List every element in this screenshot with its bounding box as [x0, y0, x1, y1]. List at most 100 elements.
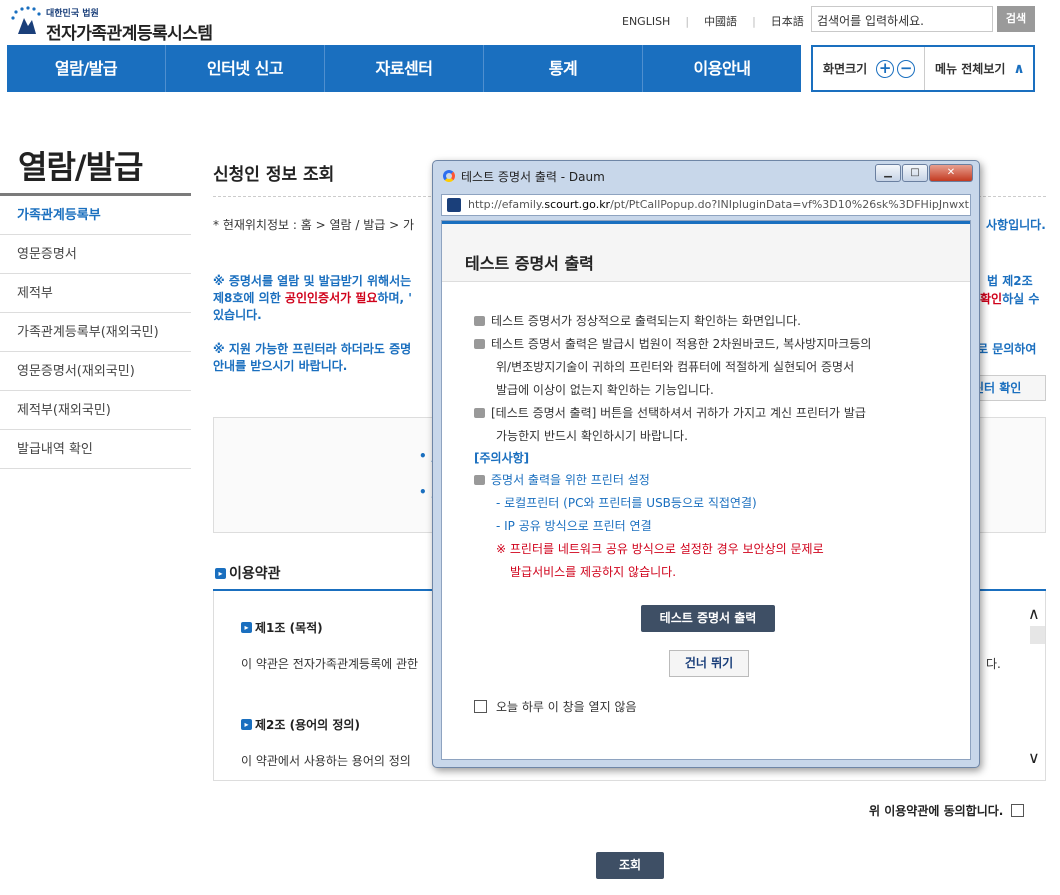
url-text: /pt/PtCallPopup.do?INIpluginData=vf%3D10…: [610, 198, 969, 211]
scrollbar-thumb[interactable]: [1030, 626, 1045, 644]
bullet-icon: [474, 408, 485, 418]
agree-row: 위 이용약관에 동의합니다.: [869, 802, 1025, 819]
court-emblem-icon: [11, 6, 41, 34]
section-title: 열람/발급: [18, 148, 143, 186]
divider: |: [752, 14, 756, 28]
url-domain: scourt.go.kr: [544, 198, 611, 211]
notice-right-text: 법 제2조: [987, 274, 1033, 288]
nav-usage-guide[interactable]: 이용안내: [643, 45, 801, 92]
popup-content: 테스트 증명서 출력 테스트 증명서가 정상적으로 출력되는지 확인하는 화면입…: [441, 220, 971, 760]
notice-line: ※ 지원 가능한 프린터라 하더라도 증명: [213, 342, 412, 356]
warning-text: 발급서비스를 제공하지 않습니다.: [510, 565, 677, 579]
submit-button[interactable]: 조회: [596, 852, 664, 879]
test-print-popup: 테스트 증명서 출력 - Daum ▁ □ ✕ http://efamily.s…: [432, 160, 980, 768]
caution-item: - 로컬프린터 (PC와 프린터를 USB등으로 직접연결): [496, 496, 757, 510]
popup-paragraph: [테스트 증명서 출력] 버튼을 선택하셔서 귀하가 가지고 계신 프린터가 발…: [474, 405, 866, 421]
sidebar-item-family-register-overseas[interactable]: 가족관계등록부(재외국민): [0, 313, 191, 352]
site-favicon-icon: [447, 198, 461, 212]
agree-checkbox[interactable]: [1011, 804, 1025, 817]
popup-address-bar[interactable]: http://efamily.scourt.go.kr/pt/PtCallPop…: [441, 194, 971, 216]
popup-text: 증명서 출력을 위한 프린터 설정: [491, 473, 650, 487]
zoom-in-icon[interactable]: +: [876, 59, 895, 78]
popup-text: 테스트 증명서가 정상적으로 출력되는지 확인하는 화면입니다.: [491, 314, 801, 328]
sidebar-item-issue-history[interactable]: 발급내역 확인: [0, 430, 191, 469]
popup-text: 테스트 증명서 출력은 발급시 법원이 적용한 2차원바코드, 복사방지마크등의: [491, 337, 872, 351]
caution-item: - IP 공유 방식으로 프린터 연결: [496, 519, 652, 533]
sidebar-item-english-cert[interactable]: 영문증명서: [0, 235, 191, 274]
sidebar-item-removal-register[interactable]: 제적부: [0, 274, 191, 313]
popup-text: 발급에 이상이 없는지 확인하는 기능입니다.: [496, 383, 714, 397]
notice-certificate: ※ 증명서를 열람 및 발급받기 위해서는 제8호에 의한 공인인증서가 필요하…: [213, 273, 412, 324]
nav-statistics[interactable]: 통계: [484, 45, 643, 92]
popup-text: [테스트 증명서 출력] 버튼을 선택하셔서 귀하가 가지고 계신 프린터가 발…: [491, 406, 866, 420]
article-2-heading: ▸ 제2조 (용어의 정의): [241, 716, 360, 733]
bullet-icon: [474, 316, 485, 326]
agree-label: 위 이용약관에 동의합니다.: [869, 804, 1004, 818]
test-print-button[interactable]: 테스트 증명서 출력: [641, 605, 775, 632]
nav-view-issue[interactable]: 열람/발급: [7, 45, 166, 92]
popup-paragraph: 테스트 증명서가 정상적으로 출력되는지 확인하는 화면입니다.: [474, 313, 801, 329]
caution-title: [주의사항]: [474, 451, 530, 465]
breadcrumb-suffix: 사항입니다.: [986, 218, 1046, 232]
daum-browser-icon: [443, 170, 455, 182]
lang-english-link[interactable]: ENGLISH: [622, 15, 670, 28]
close-icon[interactable]: ✕: [929, 164, 973, 182]
header-tools: 화면크기 + − 메뉴 전체보기 ∧: [811, 45, 1035, 92]
article-1-heading: ▸ 제1조 (목적): [241, 619, 323, 636]
chevron-up-icon: ∧: [1013, 60, 1025, 77]
search-button[interactable]: 검색: [997, 6, 1035, 32]
popup-window-title: 테스트 증명서 출력 - Daum: [461, 169, 605, 184]
arrow-right-icon: ▸: [241, 719, 252, 730]
terms-title: 이용약관: [229, 566, 281, 582]
site-logo[interactable]: 대한민국 법원 전자가족관계등록시스템: [8, 4, 228, 44]
article-text: 이 약관에서 사용하는 용어의 정의: [241, 754, 411, 768]
all-menu-label: 메뉴 전체보기: [935, 62, 1006, 76]
zoom-out-icon[interactable]: −: [897, 59, 916, 78]
nav-resource-center[interactable]: 자료센터: [325, 45, 484, 92]
arrow-right-icon: ▸: [241, 622, 252, 633]
notice-highlight: 확인: [980, 292, 1003, 306]
search-input[interactable]: 검색어를 입력하세요.: [811, 6, 993, 32]
popup-title: 테스트 증명서 출력: [465, 254, 594, 273]
popup-titlebar[interactable]: 테스트 증명서 출력 - Daum ▁ □ ✕: [433, 161, 979, 191]
popup-text: 위/변조방지기술이 귀하의 프린터와 컴퓨터에 적절하게 실현되어 증명서: [496, 360, 855, 374]
logo-subtitle: 대한민국 법원: [46, 9, 99, 19]
lang-chinese-link[interactable]: 中國語: [704, 13, 737, 29]
notice-printer: ※ 지원 가능한 프린터라 하더라도 증명 안내를 받으시기 바랍니다.: [213, 341, 411, 375]
maximize-icon[interactable]: □: [902, 164, 928, 182]
notice-text: 하실 수: [1002, 292, 1040, 306]
notice-right-text: 확인하실 수: [980, 291, 1039, 308]
notice-line: 제8호에 의한 공인인증서가 필요하며, ': [213, 290, 412, 307]
notice-text: 하며, ': [377, 291, 412, 305]
lang-japanese-link[interactable]: 日本語: [771, 13, 804, 29]
no-show-today-label: 오늘 하루 이 창을 열지 않음: [496, 700, 637, 714]
caution-heading: 증명서 출력을 위한 프린터 설정: [474, 472, 650, 488]
scroll-down-icon[interactable]: ∨: [1028, 748, 1040, 767]
sidebar-item-family-register[interactable]: 가족관계등록부: [0, 196, 191, 235]
all-menu-button[interactable]: 메뉴 전체보기 ∧: [925, 60, 1025, 77]
no-show-today-checkbox[interactable]: [474, 700, 487, 713]
arrow-right-icon: ▸: [215, 567, 226, 579]
article-text: 이 약관은 전자가족관계등록에 관한: [241, 657, 419, 671]
notice-line: 안내를 받으시기 바랍니다.: [213, 359, 348, 373]
skip-button[interactable]: 건너 뛰기: [669, 650, 749, 677]
warning-text: ※ 프린터를 네트워크 공유 방식으로 설정한 경우 보안상의 문제로: [496, 542, 824, 556]
notice-right-text: 로 문의하여: [977, 342, 1037, 356]
minimize-icon[interactable]: ▁: [875, 164, 901, 182]
article-title: 제2조 (용어의 정의): [255, 718, 360, 732]
notice-highlight: 공인인증서가 필요: [284, 291, 378, 305]
notice-line: 있습니다.: [213, 308, 262, 322]
breadcrumb: * 현재위치정보 : 홈 > 열람 / 발급 > 가: [213, 218, 415, 232]
page-title: 신청인 정보 조회: [213, 165, 335, 185]
zoom-control: 화면크기 + −: [813, 47, 925, 90]
sidebar-item-removal-register-overseas[interactable]: 제적부(재외국민): [0, 391, 191, 430]
zoom-label: 화면크기: [823, 62, 868, 76]
nav-internet-report[interactable]: 인터넷 신고: [166, 45, 325, 92]
window-controls: ▁ □ ✕: [874, 164, 973, 182]
sidebar-item-english-cert-overseas[interactable]: 영문증명서(재외국민): [0, 352, 191, 391]
scroll-up-icon[interactable]: ∧: [1028, 604, 1040, 623]
no-show-today-row: 오늘 하루 이 창을 열지 않음: [474, 698, 637, 715]
popup-text: 가능한지 반드시 확인하시기 바랍니다.: [496, 429, 688, 443]
url-text: http://efamily.: [468, 198, 545, 211]
article-title: 제1조 (목적): [255, 621, 323, 635]
